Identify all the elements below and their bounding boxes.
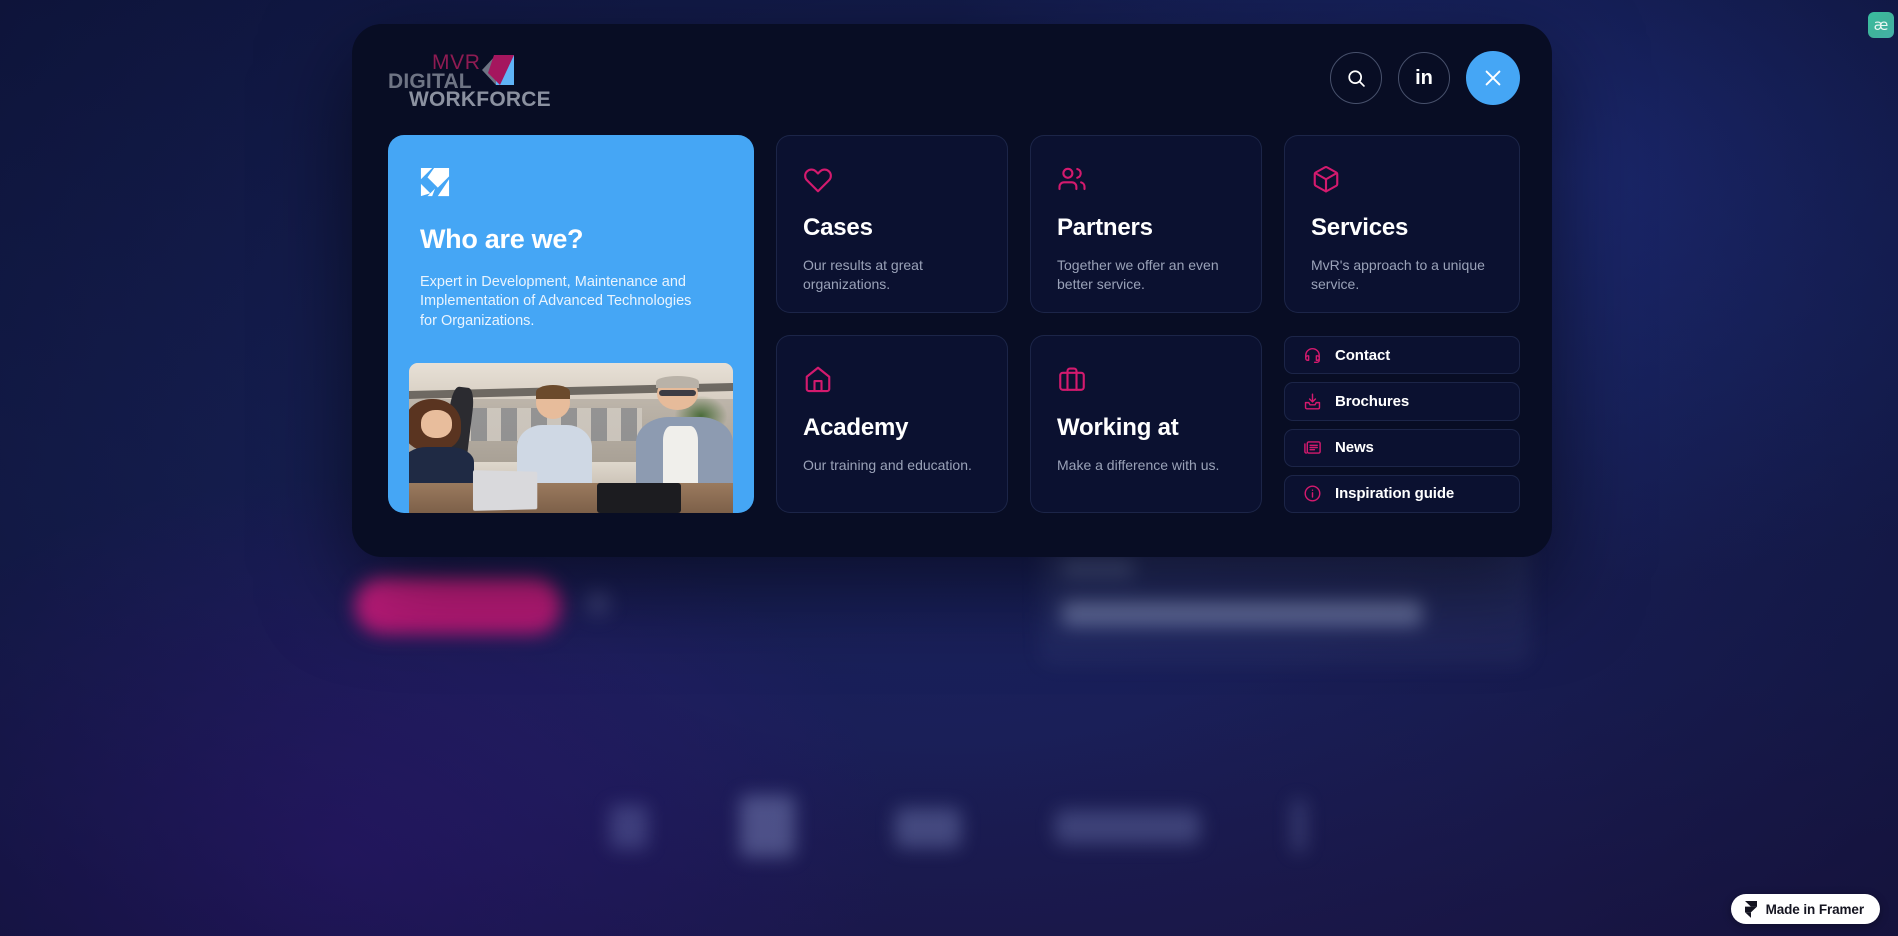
close-icon xyxy=(1485,70,1501,86)
menu-card-services[interactable]: Services MvR's approach to a unique serv… xyxy=(1284,135,1520,313)
link-icon-wrap xyxy=(1303,392,1322,411)
hero-card-description: Expert in Development, Maintenance and I… xyxy=(420,274,692,329)
background-client-logo xyxy=(1055,810,1200,844)
search-button[interactable] xyxy=(1330,52,1382,104)
card-icon-wrap xyxy=(1057,164,1235,194)
box-icon xyxy=(1313,166,1339,193)
quick-link-news[interactable]: News xyxy=(1284,428,1520,467)
card-icon-wrap xyxy=(803,164,981,194)
menu-card-who-are-we[interactable]: Who are we? Expert in Development, Maint… xyxy=(388,135,754,513)
link-label: News xyxy=(1335,439,1374,457)
link-icon-wrap xyxy=(1303,484,1322,503)
photo-person-glasses xyxy=(659,390,697,397)
close-menu-button[interactable] xyxy=(1466,51,1520,105)
card-description: Make a difference with us. xyxy=(1057,457,1220,473)
overlay-menu-grid: Who are we? Expert in Development, Maint… xyxy=(388,135,1522,527)
background-client-logo xyxy=(1292,800,1306,852)
quick-links-list: Contact Brochures News Inspiration guide xyxy=(1284,335,1520,513)
photo-person-face xyxy=(421,410,453,439)
link-label: Inspiration guide xyxy=(1335,485,1455,503)
quick-link-brochures[interactable]: Brochures xyxy=(1284,382,1520,421)
menu-card-partners[interactable]: Partners Together we offer an even bette… xyxy=(1030,135,1262,313)
mvr-diamond-logo-icon xyxy=(482,55,514,85)
linkedin-button[interactable]: in xyxy=(1398,52,1450,104)
link-label: Contact xyxy=(1335,346,1391,364)
card-description: Together we offer an even better service… xyxy=(1057,257,1219,293)
briefcase-icon xyxy=(1059,367,1085,391)
card-icon-wrap xyxy=(1311,164,1493,194)
card-description: Our training and education. xyxy=(803,457,972,473)
mvr-diamond-icon xyxy=(420,167,450,197)
background-panel-heading xyxy=(1062,600,1422,626)
navigation-overlay-panel: MVR DIGITAL WORKFORCE in Who are we? Exp… xyxy=(352,24,1552,557)
made-in-framer-badge[interactable]: Made in Framer xyxy=(1730,894,1880,924)
photo-laptop-left xyxy=(472,470,537,511)
menu-card-working-at[interactable]: Working at Make a difference with us. xyxy=(1030,335,1262,513)
framer-logo-icon xyxy=(1744,900,1757,918)
menu-card-cases[interactable]: Cases Our results at great organizations… xyxy=(776,135,1008,313)
card-icon-wrap xyxy=(1057,364,1235,394)
home-icon xyxy=(805,366,831,393)
link-icon-wrap xyxy=(1303,346,1322,365)
photo-laptop-right xyxy=(596,483,682,513)
photo-person-right xyxy=(635,375,733,492)
linkedin-icon: in xyxy=(1415,66,1433,89)
overlay-header: MVR DIGITAL WORKFORCE in xyxy=(352,24,1552,132)
link-icon-wrap xyxy=(1303,438,1322,457)
heart-icon xyxy=(804,168,832,193)
newspaper-icon xyxy=(1304,441,1321,454)
card-title: Academy xyxy=(803,414,909,441)
hero-card-title: Who are we? xyxy=(420,224,584,254)
photo-scene xyxy=(409,363,733,513)
link-label: Brochures xyxy=(1335,392,1410,410)
background-panel-label xyxy=(1062,558,1134,578)
menu-card-academy[interactable]: Academy Our training and education. xyxy=(776,335,1008,513)
users-icon xyxy=(1058,167,1086,191)
photo-person-hair xyxy=(536,385,571,400)
background-client-logo xyxy=(895,808,961,848)
card-title: Cases xyxy=(803,214,873,241)
background-cta-button xyxy=(355,578,561,634)
quick-link-inspiration-guide[interactable]: Inspiration guide xyxy=(1284,474,1520,513)
info-icon xyxy=(1304,485,1321,502)
card-description: Our results at great organizations. xyxy=(803,257,923,293)
card-description: MvR's approach to a unique service. xyxy=(1311,257,1485,293)
download-icon xyxy=(1304,393,1321,410)
photo-table xyxy=(409,483,733,513)
framer-badge-label: Made in Framer xyxy=(1765,901,1864,917)
background-client-logo xyxy=(610,805,648,849)
card-title: Working at xyxy=(1057,414,1179,441)
hero-card-photo xyxy=(409,363,733,513)
headset-icon xyxy=(1305,347,1320,363)
browser-extension-icon[interactable]: æ xyxy=(1868,12,1894,38)
quick-link-contact[interactable]: Contact xyxy=(1284,336,1520,375)
photo-person-hair xyxy=(656,376,699,388)
mvr-logo[interactable]: MVR DIGITAL WORKFORCE xyxy=(388,51,551,111)
header-actions: in xyxy=(1330,51,1520,105)
photo-person-left xyxy=(409,399,474,492)
logo-text-workforce: WORKFORCE xyxy=(409,88,551,111)
card-icon-wrap xyxy=(803,364,981,394)
card-title: Services xyxy=(1311,214,1409,241)
background-secondary-action xyxy=(585,590,611,616)
card-title: Partners xyxy=(1057,214,1153,241)
background-client-logo xyxy=(740,795,795,857)
search-icon xyxy=(1347,69,1365,87)
extension-glyph: æ xyxy=(1873,15,1889,34)
